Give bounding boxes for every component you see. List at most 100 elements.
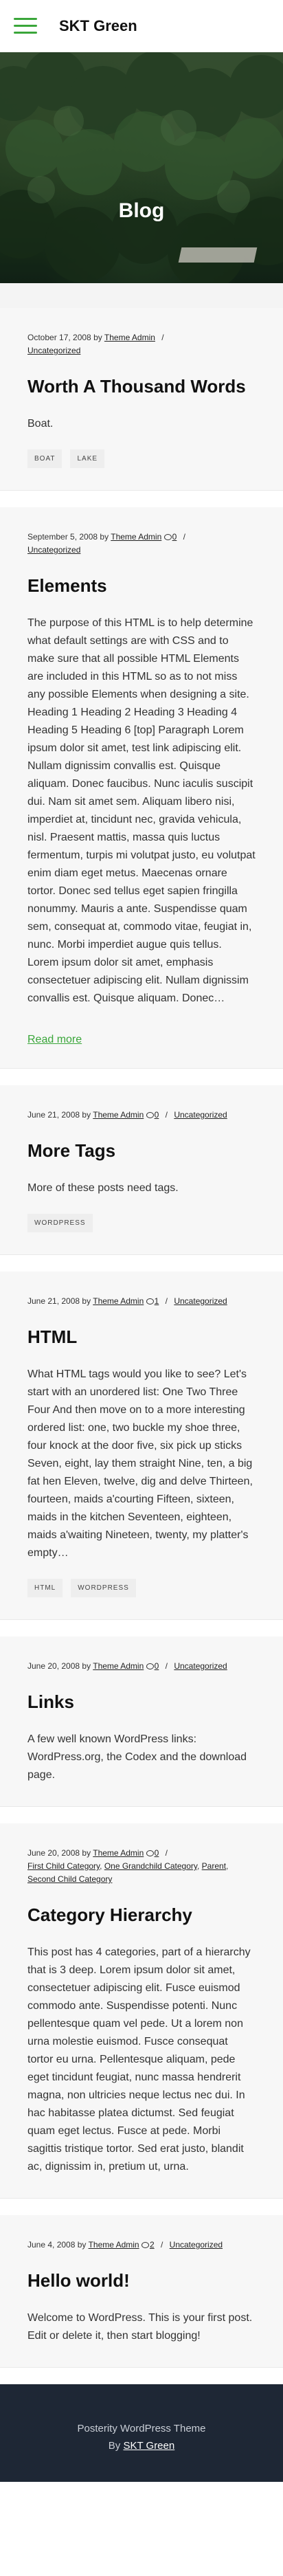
- post-date[interactable]: June 20, 2008: [27, 1848, 80, 1858]
- post-title[interactable]: More Tags: [27, 1140, 256, 1162]
- post-gap: [0, 2199, 283, 2215]
- post-card: June 21, 2008 by Theme Admin 1 / Uncateg…: [0, 1272, 283, 1620]
- comment-count[interactable]: 0: [172, 532, 177, 542]
- tag[interactable]: LAKE: [70, 449, 105, 468]
- post-card: June 4, 2008 by Theme Admin 2 / Uncatego…: [0, 2215, 283, 2368]
- post-meta: June 20, 2008 by Theme Admin 0 / Uncateg…: [27, 1660, 256, 1673]
- separator: /: [160, 2240, 163, 2250]
- by-label: by: [82, 1848, 91, 1858]
- tag-list: WORDPRESS: [27, 1214, 256, 1232]
- comment-icon: [146, 1298, 154, 1305]
- post-gap: [0, 1807, 283, 1823]
- post-meta: June 21, 2008 by Theme Admin 1 / Uncateg…: [27, 1295, 256, 1308]
- tag[interactable]: HTML: [27, 1579, 63, 1597]
- post-date[interactable]: June 21, 2008: [27, 1110, 80, 1120]
- post-meta: October 17, 2008 by Theme Admin / Uncate…: [27, 331, 256, 357]
- separator: /: [165, 1661, 168, 1671]
- footer-credit: By SKT Green: [14, 2437, 269, 2454]
- category-link[interactable]: Uncategorized: [174, 1661, 227, 1671]
- post-meta: September 5, 2008 by Theme Admin 0 / Unc…: [27, 531, 256, 557]
- post-date[interactable]: September 5, 2008: [27, 532, 98, 542]
- post-excerpt: The purpose of this HTML is to help dete…: [27, 617, 256, 1004]
- category-link[interactable]: Uncategorized: [27, 346, 80, 355]
- menu-toggle-icon[interactable]: [14, 18, 37, 34]
- post-meta: June 4, 2008 by Theme Admin 2 / Uncatego…: [27, 2239, 256, 2252]
- author-link[interactable]: Theme Admin: [104, 333, 155, 342]
- post-excerpt: What HTML tags would you like to see? Le…: [27, 1368, 253, 1559]
- by-label: by: [82, 1661, 91, 1671]
- post-date[interactable]: June 4, 2008: [27, 2240, 75, 2250]
- comment-icon: [146, 1850, 154, 1857]
- tag-list: BOAT LAKE: [27, 449, 256, 468]
- author-link[interactable]: Theme Admin: [93, 1296, 144, 1306]
- category-link[interactable]: One Grandchild Category: [104, 1861, 197, 1871]
- comment-icon: [146, 1112, 154, 1119]
- post-gap: [0, 1069, 283, 1085]
- footer-theme-name: Posterity WordPress Theme: [77, 2423, 206, 2434]
- tag-list: HTML WORDPRESS: [27, 1579, 256, 1597]
- footer-link[interactable]: SKT Green: [123, 2440, 174, 2452]
- post-gap: [0, 1620, 283, 1636]
- menu-bar: [14, 18, 37, 20]
- post-title[interactable]: HTML: [27, 1326, 256, 1348]
- category-link[interactable]: Uncategorized: [174, 1296, 227, 1306]
- post-excerpt: Welcome to WordPress. This is your first…: [27, 2312, 253, 2342]
- post-title[interactable]: Links: [27, 1691, 256, 1713]
- category-link[interactable]: Uncategorized: [174, 1110, 227, 1120]
- post-title[interactable]: Hello world!: [27, 2269, 256, 2291]
- comment-icon: [141, 2242, 149, 2249]
- category-link[interactable]: First Child Category: [27, 1861, 100, 1871]
- hero-banner: Blog: [0, 52, 283, 283]
- post-gap: [0, 2368, 283, 2384]
- post-title[interactable]: Category Hierarchy: [27, 1904, 256, 1926]
- post-title[interactable]: Elements: [27, 575, 256, 597]
- comment-count[interactable]: 0: [155, 1110, 159, 1120]
- separator: /: [165, 1848, 168, 1858]
- site-header: SKT Green: [0, 0, 283, 52]
- post-date[interactable]: June 21, 2008: [27, 1296, 80, 1306]
- post-meta: June 21, 2008 by Theme Admin 0 / Uncateg…: [27, 1109, 256, 1122]
- post-card: October 17, 2008 by Theme Admin / Uncate…: [0, 308, 283, 491]
- comment-count[interactable]: 0: [155, 1661, 159, 1671]
- menu-bar: [14, 32, 37, 34]
- read-more-link[interactable]: Read more: [27, 1034, 82, 1046]
- post-date[interactable]: October 17, 2008: [27, 333, 91, 342]
- post-title[interactable]: Worth A Thousand Words: [27, 375, 256, 397]
- post-date[interactable]: June 20, 2008: [27, 1661, 80, 1671]
- comment-count[interactable]: 2: [150, 2240, 155, 2250]
- post-meta: June 20, 2008 by Theme Admin 0 / First C…: [27, 1848, 229, 1884]
- separator: /: [165, 1296, 168, 1306]
- post-card: September 5, 2008 by Theme Admin 0 / Unc…: [0, 507, 283, 1069]
- tag[interactable]: WORDPRESS: [27, 1214, 93, 1232]
- comment-count[interactable]: 1: [155, 1296, 159, 1306]
- category-link[interactable]: Uncategorized: [170, 2240, 223, 2250]
- author-link[interactable]: Theme Admin: [93, 1110, 144, 1120]
- page-title: Blog: [118, 199, 165, 222]
- post-excerpt: This post has 4 categories, part of a hi…: [27, 1946, 251, 2173]
- author-link[interactable]: Theme Admin: [93, 1661, 144, 1671]
- comment-count[interactable]: 0: [155, 1848, 159, 1858]
- by-label: by: [77, 2240, 87, 2250]
- tag[interactable]: BOAT: [27, 449, 63, 468]
- menu-bar: [14, 25, 37, 27]
- category-link[interactable]: Uncategorized: [27, 545, 80, 555]
- tag[interactable]: WORDPRESS: [71, 1579, 136, 1597]
- author-link[interactable]: Theme Admin: [111, 532, 161, 542]
- comment-icon: [163, 534, 172, 541]
- category-link[interactable]: Parent: [202, 1861, 226, 1871]
- post-card: June 20, 2008 by Theme Admin 0 / First C…: [0, 1823, 283, 2199]
- post-gap: [0, 1255, 283, 1272]
- comment-icon: [146, 1663, 154, 1670]
- separator: /: [183, 532, 185, 542]
- post-excerpt: A few well known WordPress links: WordPr…: [27, 1733, 247, 1781]
- category-link[interactable]: Second Child Category: [27, 1874, 112, 1884]
- post-excerpt: Boat.: [27, 418, 54, 430]
- by-label: by: [82, 1296, 91, 1306]
- site-title[interactable]: SKT Green: [59, 17, 137, 35]
- site-footer: Posterity WordPress Theme By SKT Green: [0, 2384, 283, 2482]
- by-label: by: [100, 532, 109, 542]
- separator: /: [161, 333, 164, 342]
- author-link[interactable]: Theme Admin: [93, 1848, 144, 1858]
- author-link[interactable]: Theme Admin: [89, 2240, 139, 2250]
- post-card: June 21, 2008 by Theme Admin 0 / Uncateg…: [0, 1085, 283, 1255]
